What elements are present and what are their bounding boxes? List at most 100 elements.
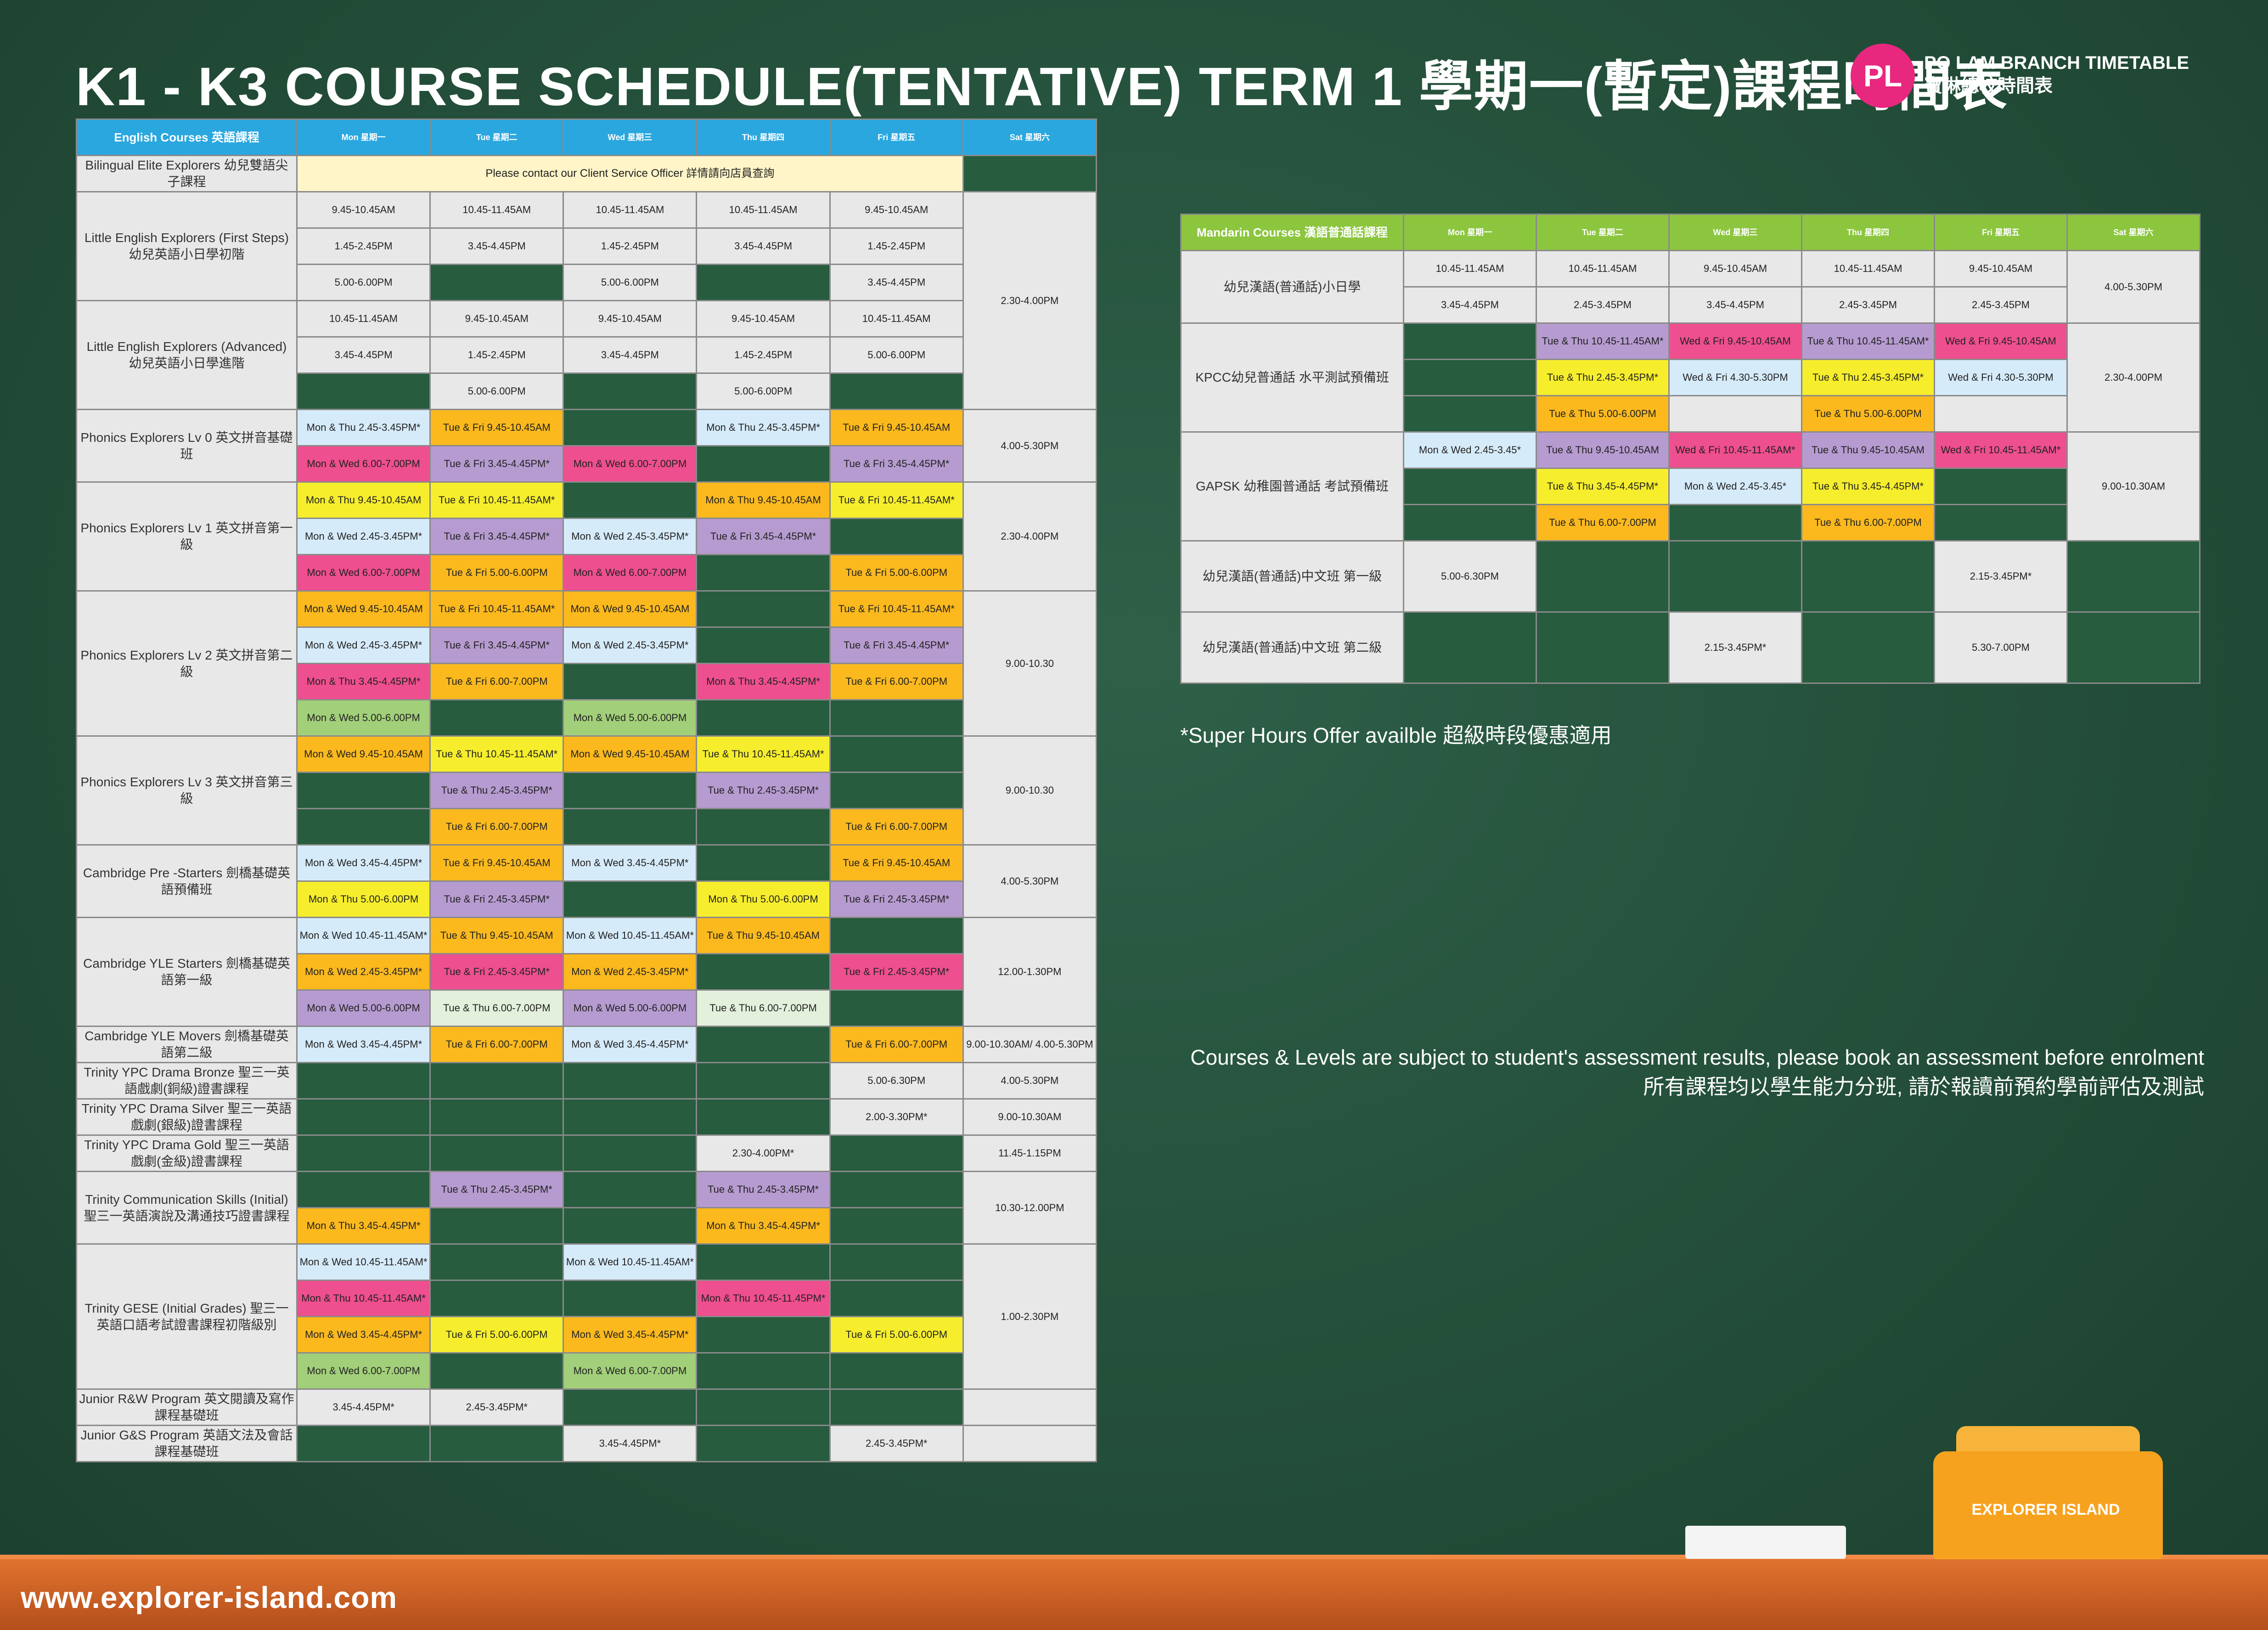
class-time-cell: 3.45-4.45PM (1403, 286, 1537, 324)
website-link[interactable]: www.explorer-island.com (21, 1580, 397, 1615)
empty-cell (829, 1134, 964, 1172)
empty-cell (563, 1062, 698, 1100)
class-time-cell: Tue & Thu 3.45-4.45PM* (1536, 468, 1670, 505)
empty-cell (696, 1243, 831, 1281)
empty-cell (696, 1062, 831, 1100)
class-time-cell: Tue & Fri 10.45-11.45AM* (829, 590, 964, 628)
class-time-cell: 5.30-7.00PM (1934, 611, 2068, 684)
course-name-cell: GAPSK 幼稚園普通話 考試預備班 (1180, 431, 1404, 541)
class-time-cell: Mon & Thu 3.45-4.45PM* (296, 663, 431, 700)
empty-cell (429, 264, 564, 301)
empty-cell (563, 808, 698, 846)
class-time-cell: 10.45-11.45AM (696, 191, 831, 229)
schedule-row: Bilingual Elite Explorers 幼兒雙語尖子課程 Please… (76, 155, 1097, 192)
class-time-cell: Wed & Fri 10.45-11.45AM* (1668, 431, 1802, 469)
class-time-cell: Mon & Wed 9.45-10.45AM (296, 735, 431, 773)
schedule-row: Phonics Explorers Lv 3 英文拼音第三級 Mon & Wed … (76, 735, 1097, 846)
class-time-cell: Tue & Fri 5.00-6.00PM (829, 1316, 964, 1354)
class-time-cell: Tue & Fri 3.45-4.45PM* (429, 518, 564, 555)
class-time-cell: Mon & Wed 5.00-6.00PM (296, 699, 431, 737)
empty-cell (829, 518, 964, 555)
explorer-island-logo: EXPLORER ISLAND (1971, 1501, 2120, 1518)
empty-cell (429, 1280, 564, 1317)
class-time-cell: Mon & Wed 5.00-6.00PM (296, 989, 431, 1027)
class-time-cell: 4.00-5.30PM (962, 844, 1097, 918)
class-time-cell: 9.45-10.45AM (1934, 250, 2068, 288)
course-name-cell: 幼兒漢語(普通話)小日學 (1180, 250, 1404, 324)
class-time-cell: 9.45-10.45AM (829, 191, 964, 229)
class-time-cell: Tue & Fri 3.45-4.45PM* (429, 445, 564, 483)
class-time-cell: Mon & Thu 3.45-4.45PM* (696, 663, 831, 700)
page-title: K1 - K3 COURSE SCHEDULE(TENTATIVE) TERM … (76, 56, 2008, 117)
empty-cell (696, 1026, 831, 1063)
class-time-cell: 2.30-4.00PM (962, 481, 1097, 592)
class-time-cell: Tue & Thu 2.45-3.45PM* (429, 772, 564, 809)
class-time-cell: Tue & Thu 2.45-3.45PM* (1536, 359, 1670, 396)
course-name-cell: Bilingual Elite Explorers 幼兒雙語尖子課程 (76, 155, 298, 192)
day-header: Tue 星期二 (1536, 214, 1670, 251)
empty-cell (563, 409, 698, 446)
course-name-cell: Phonics Explorers Lv 3 英文拼音第三級 (76, 735, 298, 846)
class-time-cell: Wed & Fri 9.45-10.45AM (1668, 322, 1802, 360)
empty-cell (296, 372, 431, 410)
class-time-cell: Please contact our Client Service Office… (296, 155, 964, 192)
day-header: Thu 星期四 (1801, 214, 1935, 251)
class-time-cell: Tue & Fri 3.45-4.45PM* (829, 626, 964, 664)
class-time-cell: Tue & Fri 10.45-11.45AM* (429, 481, 564, 519)
class-time-cell: Tue & Fri 3.45-4.45PM* (696, 518, 831, 555)
class-time-cell: 5.00-6.00PM (296, 264, 431, 301)
empty-cell (1801, 540, 1935, 613)
class-time-cell: Mon & Wed 2.45-3.45PM* (296, 953, 431, 991)
empty-cell (696, 1388, 831, 1426)
class-time-cell: Mon & Wed 10.45-11.45AM* (563, 917, 698, 954)
class-time-cell: Mon & Wed 3.45-4.45PM* (563, 1026, 698, 1063)
class-time-cell: Mon & Wed 3.45-4.45PM* (296, 1316, 431, 1354)
class-time-cell: Tue & Thu 5.00-6.00PM (1801, 395, 1935, 433)
class-time-cell: Tue & Thu 5.00-6.00PM (1536, 395, 1670, 433)
class-time-cell: Mon & Wed 2.45-3.45PM* (296, 518, 431, 555)
super-hours-note: *Super Hours Offer availble 超級時段優惠適用 (1180, 723, 1612, 747)
empty-cell (696, 590, 831, 628)
english-timetable-body: Bilingual Elite Explorers 幼兒雙語尖子課程 Please… (76, 155, 1097, 1462)
class-time-cell: Tue & Fri 2.45-3.45PM* (429, 953, 564, 991)
class-time-cell: Mon & Wed 9.45-10.45AM (296, 590, 431, 628)
day-header: Thu 星期四 (696, 118, 831, 156)
empty-cell (429, 699, 564, 737)
class-time-cell: Mon & Wed 9.45-10.45AM (563, 590, 698, 628)
schedule-row: Phonics Explorers Lv 0 英文拼音基礎班 Mon & Thu … (76, 409, 1097, 483)
empty-cell (1403, 468, 1537, 505)
class-time-cell: 9.00-10.30AM (2066, 431, 2200, 541)
schedule-row: Little English Explorers (First Steps) 幼… (76, 191, 1097, 410)
schedule-row: 幼兒漢語(普通話)中文班 第一級 5.00-6.30PM 2.15-3.45PM* (1180, 540, 2200, 613)
class-time-cell: Tue & Thu 10.45-11.45AM* (696, 735, 831, 773)
empty-cell (2066, 611, 2200, 684)
empty-cell (296, 1062, 431, 1100)
class-time-cell: 1.45-2.45PM (429, 336, 564, 374)
class-time-cell: 9.00-10.30AM (962, 1098, 1097, 1136)
empty-cell (696, 1316, 831, 1354)
class-time-cell: 2.15-3.45PM* (1668, 611, 1802, 684)
empty-cell (563, 1207, 698, 1245)
empty-cell (563, 880, 698, 918)
empty-cell (1403, 359, 1537, 396)
assessment-note: Courses & Levels are subject to student'… (1148, 1043, 2204, 1101)
course-name-cell: KPCC幼兒普通話 水平測試預備班 (1180, 322, 1404, 433)
empty-cell (1403, 395, 1537, 433)
course-name-cell: Phonics Explorers Lv 2 英文拼音第二級 (76, 590, 298, 737)
class-time-cell: Tue & Thu 10.45-11.45AM* (1801, 322, 1935, 360)
class-time-cell: Tue & Thu 3.45-4.45PM* (1801, 468, 1935, 505)
empty-cell (429, 1425, 564, 1462)
class-time-cell: Tue & Fri 10.45-11.45AM* (829, 481, 964, 519)
course-name-cell: Trinity YPC Drama Gold 聖三一英語戲劇(金級)證書課程 (76, 1134, 298, 1172)
schedule-row: Trinity YPC Drama Silver 聖三一英語戲劇(銀級)證書課程… (76, 1098, 1097, 1136)
class-time-cell: 9.00-10.30AM/ 4.00-5.30PM (962, 1026, 1097, 1063)
class-time-cell: 1.45-2.45PM (696, 336, 831, 374)
class-time-cell: Mon & Wed 6.00-7.00PM (563, 1352, 698, 1390)
class-time-cell: Mon & Wed 10.45-11.45AM* (563, 1243, 698, 1281)
class-time-cell: Tue & Fri 6.00-7.00PM (829, 663, 964, 700)
empty-cell (829, 989, 964, 1027)
class-time-cell: Wed & Fri 4.30-5.30PM (1668, 359, 1802, 396)
course-name-cell: Little English Explorers (First Steps) 幼… (76, 191, 298, 301)
class-time-cell: Tue & Fri 6.00-7.00PM (829, 1026, 964, 1063)
class-time-cell: 1.45-2.45PM (829, 227, 964, 265)
